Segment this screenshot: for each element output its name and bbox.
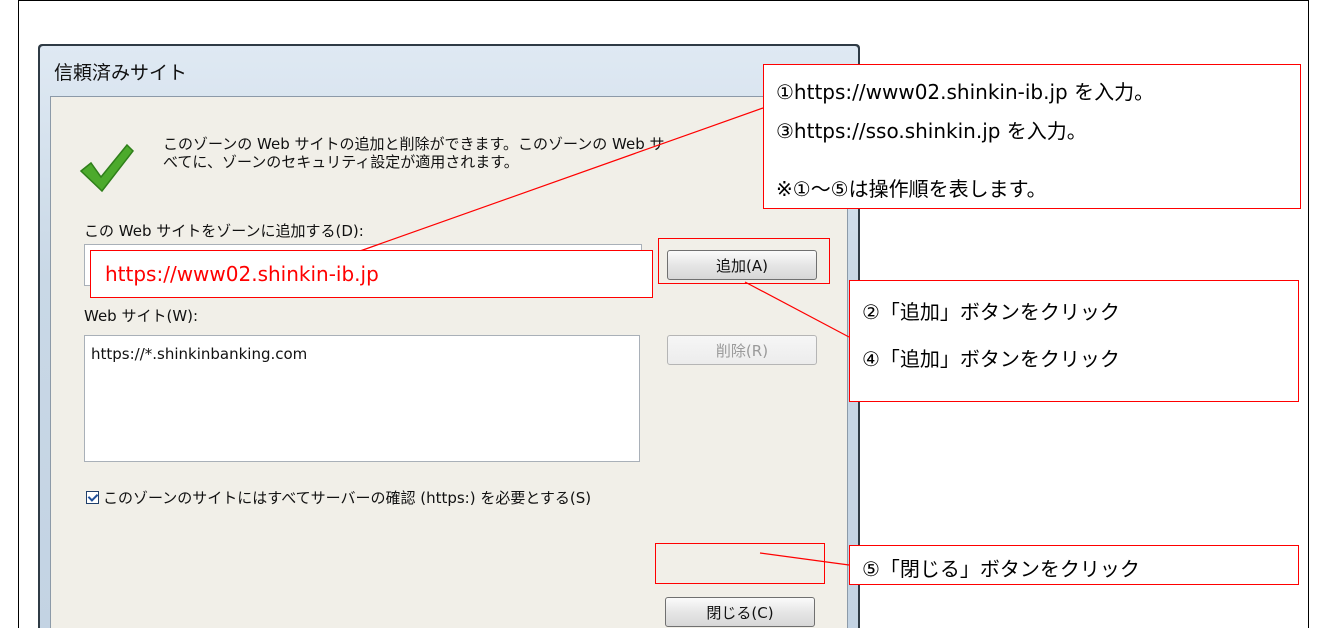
instruction-step-4: ④「追加」ボタンをクリック xyxy=(862,347,1120,371)
add-instruction-callout: ②「追加」ボタンをクリック ④「追加」ボタンをクリック xyxy=(849,280,1299,402)
instruction-note: ※①～⑤は操作順を表します。 xyxy=(776,177,1047,201)
close-instruction-callout: ⑤「閉じる」ボタンをクリック xyxy=(849,545,1299,585)
instruction-step-2: ②「追加」ボタンをクリック xyxy=(862,300,1120,324)
input-instruction-callout: ①https://www02.shinkin-ib.jp を入力。 ③https… xyxy=(763,64,1301,209)
instruction-step-5: ⑤「閉じる」ボタンをクリック xyxy=(862,557,1140,581)
input-value-text: https://www02.shinkin-ib.jp xyxy=(105,262,379,286)
instruction-step-3: ③https://sso.shinkin.jp を入力。 xyxy=(776,119,1087,143)
instruction-step-1: ①https://www02.shinkin-ib.jp を入力。 xyxy=(776,80,1155,104)
input-value-callout: https://www02.shinkin-ib.jp xyxy=(90,250,653,298)
